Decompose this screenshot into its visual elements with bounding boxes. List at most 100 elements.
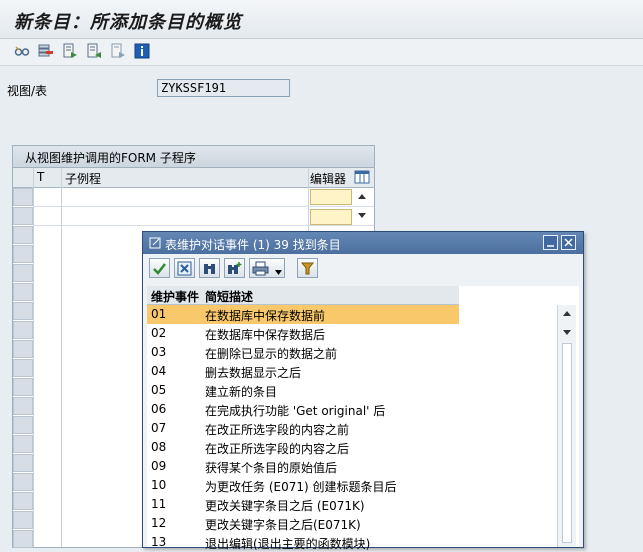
row-selector[interactable] xyxy=(13,416,33,434)
undo-icon[interactable] xyxy=(110,43,126,59)
row-selector[interactable] xyxy=(13,454,33,472)
list-item[interactable]: 09 获得某个条目的原始值后 xyxy=(147,457,459,476)
minimize-icon xyxy=(547,245,554,247)
minimize-button[interactable] xyxy=(543,235,558,250)
event-code: 08 xyxy=(151,440,167,454)
event-description: 在数据库中保存数据后 xyxy=(205,328,326,342)
list-item[interactable]: 13 退出编辑(退出主要的函数模块) xyxy=(147,533,459,552)
event-description: 更改关键字条目之后 (E071K) xyxy=(205,499,365,513)
event-code: 09 xyxy=(151,459,167,473)
row-selector[interactable] xyxy=(13,397,33,415)
table-title-bar: 从视图维护调用的FORM 子程序 xyxy=(13,146,374,168)
export-icon[interactable] xyxy=(62,43,78,59)
table-header: T 子例程 编辑器 xyxy=(13,168,374,188)
printer-icon xyxy=(252,261,269,276)
event-description: 建立新的条目 xyxy=(205,385,278,399)
close-button[interactable] xyxy=(561,235,576,250)
event-description: 在删除已显示的数据之前 xyxy=(205,347,338,361)
close-icon xyxy=(564,238,573,247)
column-header-description[interactable]: 简短描述 xyxy=(205,288,253,305)
scroll-up-icon[interactable] xyxy=(356,191,368,201)
list-item[interactable]: 08 在改正所选字段的内容之后 xyxy=(147,438,459,457)
column-header-editor[interactable]: 编辑器 xyxy=(310,170,346,187)
event-code: 10 xyxy=(151,478,167,492)
row-selector[interactable] xyxy=(13,492,33,510)
scroll-down-icon[interactable] xyxy=(561,326,573,338)
list-item[interactable]: 11 更改关键字条目之后 (E071K) xyxy=(147,495,459,514)
row-selector[interactable] xyxy=(13,264,33,282)
glasses-icon[interactable] xyxy=(14,43,30,59)
event-code: 07 xyxy=(151,421,167,435)
event-description: 获得某个条目的原始值后 xyxy=(205,461,338,475)
delete-row-icon[interactable] xyxy=(38,43,54,59)
binoculars-plus-icon xyxy=(228,262,242,274)
view-table-field[interactable]: ZYKSSF191 xyxy=(157,79,290,97)
application-toolbar xyxy=(0,39,643,66)
row-selector[interactable] xyxy=(13,359,33,377)
cancel-button[interactable] xyxy=(174,258,195,278)
row-selector[interactable] xyxy=(13,473,33,491)
confirm-button[interactable] xyxy=(149,258,170,278)
row-selector[interactable] xyxy=(13,435,33,453)
scroll-down-icon[interactable] xyxy=(356,210,368,220)
list-item[interactable]: 05 建立新的条目 xyxy=(147,381,459,400)
find-button[interactable] xyxy=(199,258,220,278)
event-code: 01 xyxy=(151,307,167,321)
dialog-title: 表维护对话事件 (1) 39 找到条目 xyxy=(165,238,341,252)
print-menu-button[interactable] xyxy=(249,258,285,278)
event-dialog: 表维护对话事件 (1) 39 找到条目 维护事件 简短描述 01 在数据库中保存… xyxy=(142,231,584,551)
editor-cell[interactable] xyxy=(310,209,352,225)
event-description: 在完成执行功能 'Get original' 后 xyxy=(205,404,386,418)
event-list: 维护事件 简短描述 01 在数据库中保存数据前 02 在数据库中保存数据后 03… xyxy=(147,286,579,551)
dialog-toolbar xyxy=(143,258,583,282)
list-item[interactable]: 03 在删除已显示的数据之前 xyxy=(147,343,459,362)
scroll-up-icon[interactable] xyxy=(561,307,573,319)
row-selector[interactable] xyxy=(13,226,33,244)
copy-icon[interactable] xyxy=(86,43,102,59)
row-selector[interactable] xyxy=(13,530,33,548)
event-code: 11 xyxy=(151,497,167,511)
list-item[interactable]: 02 在数据库中保存数据后 xyxy=(147,324,459,343)
list-item[interactable]: 01 在数据库中保存数据前 xyxy=(147,305,459,324)
dropdown-arrow-icon xyxy=(275,270,282,275)
list-item[interactable]: 06 在完成执行功能 'Get original' 后 xyxy=(147,400,459,419)
filter-button[interactable] xyxy=(297,258,318,278)
page-title: 新条目：所添加条目的概览 xyxy=(14,12,242,33)
row-selector[interactable] xyxy=(13,207,33,225)
row-selector[interactable] xyxy=(13,340,33,358)
event-description: 在改正所选字段的内容之后 xyxy=(205,442,350,456)
event-description: 为更改任务 (E071) 创建标题条目后 xyxy=(205,480,397,494)
event-code: 03 xyxy=(151,345,167,359)
row-selector[interactable] xyxy=(13,378,33,396)
row-selector[interactable] xyxy=(13,283,33,301)
find-next-button[interactable] xyxy=(224,258,245,278)
event-code: 12 xyxy=(151,516,167,530)
event-description: 删去数据显示之后 xyxy=(205,366,302,380)
vertical-scrollbar[interactable] xyxy=(557,305,576,547)
list-header: 维护事件 简短描述 xyxy=(147,286,459,305)
cancel-icon xyxy=(177,261,192,276)
view-table-label: 视图/表 xyxy=(7,84,48,98)
column-header-t[interactable]: T xyxy=(37,170,44,184)
row-selector[interactable] xyxy=(13,511,33,529)
row-selector[interactable] xyxy=(13,302,33,320)
row-selector[interactable] xyxy=(13,321,33,339)
scroll-thumb[interactable] xyxy=(562,343,572,543)
table-title: 从视图维护调用的FORM 子程序 xyxy=(25,151,196,165)
list-item[interactable]: 04 删去数据显示之后 xyxy=(147,362,459,381)
table-settings-icon[interactable] xyxy=(354,169,370,185)
row-selector[interactable] xyxy=(13,245,33,263)
filter-icon xyxy=(300,262,315,275)
event-description: 在数据库中保存数据前 xyxy=(205,309,326,323)
title-bar: 新条目：所添加条目的概览 xyxy=(0,0,643,39)
row-selector[interactable] xyxy=(13,188,33,206)
event-code: 04 xyxy=(151,364,167,378)
list-item[interactable]: 12 更改关键字条目之后(E071K) xyxy=(147,514,459,533)
column-header-event[interactable]: 维护事件 xyxy=(151,288,199,305)
binoculars-icon xyxy=(204,264,215,274)
editor-cell[interactable] xyxy=(310,189,352,205)
list-item[interactable]: 10 为更改任务 (E071) 创建标题条目后 xyxy=(147,476,459,495)
info-icon[interactable] xyxy=(134,43,150,59)
column-header-subroutine[interactable]: 子例程 xyxy=(65,170,101,187)
list-item[interactable]: 07 在改正所选字段的内容之前 xyxy=(147,419,459,438)
